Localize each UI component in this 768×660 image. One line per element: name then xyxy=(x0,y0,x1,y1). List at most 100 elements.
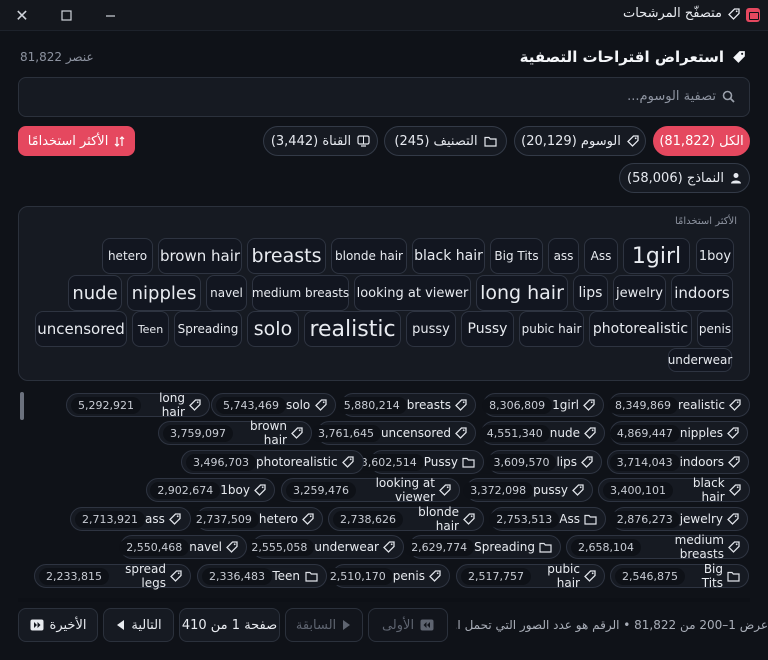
tag-list-item[interactable]: breasts 5,880,214 xyxy=(336,393,476,417)
cloud-tag[interactable]: photorealistic xyxy=(589,311,692,347)
horizontal-scrollbar[interactable] xyxy=(18,598,750,602)
tag-list-item[interactable]: lips 3,609,570 xyxy=(486,450,602,474)
tag-name: medium breasts xyxy=(674,533,724,561)
cloud-tag[interactable]: nude xyxy=(68,275,122,311)
tag-list-item[interactable]: Teen 2,336,483 xyxy=(197,564,327,588)
tag-list-item[interactable]: solo 5,743,469 xyxy=(211,393,336,417)
tag-list-item[interactable]: looking at viewer 3,259,476 xyxy=(281,476,460,504)
last-page-button[interactable]: الأخيرة xyxy=(18,608,98,642)
filter-tags-button[interactable]: الوسوم (20,129) xyxy=(514,126,646,156)
cloud-tag[interactable]: Teen xyxy=(132,311,169,347)
tag-count: 2,336,483 xyxy=(202,567,272,585)
tag-name: hetero xyxy=(258,512,298,526)
tag-list-item[interactable]: pubic hair 2,517,757 xyxy=(456,562,605,590)
cloud-tag[interactable]: 1boy xyxy=(696,238,734,274)
tag-icon xyxy=(170,570,182,582)
next-page-button[interactable]: التالية xyxy=(103,608,174,642)
cloud-tag[interactable]: pussy xyxy=(406,311,456,347)
vertical-scrollbar[interactable] xyxy=(20,392,24,420)
cloud-tag[interactable]: 1girl xyxy=(623,238,690,274)
tag-count: 2,658,104 xyxy=(571,538,641,556)
tag-list-item[interactable]: penis 2,510,170 xyxy=(322,564,450,588)
tag-count: 3,496,703 xyxy=(186,453,256,471)
cloud-tag[interactable]: black hair xyxy=(412,238,485,274)
skip-end-icon xyxy=(30,619,44,631)
cloud-tag[interactable]: solo xyxy=(247,311,299,347)
sort-icon xyxy=(114,135,125,147)
tag-icon xyxy=(732,50,746,64)
tag-list-item[interactable]: 1girl 8,306,809 xyxy=(482,393,604,417)
previous-page-button[interactable]: السابقة xyxy=(285,608,363,642)
cloud-tag[interactable]: ass xyxy=(548,238,579,274)
cloud-tag[interactable]: brown hair xyxy=(158,238,242,274)
cloud-tag[interactable]: lips xyxy=(573,275,608,311)
tag-list-item[interactable]: Pussy 3,602,514 xyxy=(353,450,484,474)
cloud-tag[interactable]: long hair xyxy=(476,275,568,311)
tag-list-item[interactable]: nipples 4,869,447 xyxy=(609,421,748,445)
tag-list-item[interactable]: photorealistic 3,496,703 xyxy=(181,450,364,474)
tag-name: ass xyxy=(144,512,165,526)
tag-list-item[interactable]: 1boy 2,902,674 xyxy=(146,478,275,502)
first-page-button[interactable]: الأولى xyxy=(368,608,448,642)
cloud-tag[interactable]: realistic xyxy=(304,311,401,347)
tag-list-item[interactable]: Big Tits 2,546,875 xyxy=(610,562,749,590)
tag-name: realistic xyxy=(678,398,725,412)
tag-list-item[interactable]: nude 4,551,340 xyxy=(479,421,605,445)
tag-list-item[interactable]: uncensored 3,761,645 xyxy=(310,421,476,445)
filter-category-button[interactable]: التصنيف (245) xyxy=(384,126,507,156)
filter-all-button[interactable]: الكل (81,822) xyxy=(653,126,750,156)
cloud-tag[interactable]: looking at viewer xyxy=(354,275,471,311)
cloud-tag[interactable]: Ass xyxy=(584,238,618,274)
maximize-button[interactable] xyxy=(54,3,78,27)
tag-name: long hair xyxy=(159,391,185,419)
tag-count: 3,400,101 xyxy=(603,481,673,499)
tag-list-item[interactable]: navel 2,550,468 xyxy=(119,535,247,559)
cloud-tag[interactable]: Spreading xyxy=(174,311,242,347)
tag-count: 2,546,875 xyxy=(615,567,685,585)
tag-list-item[interactable]: Spreading 2,629,774 xyxy=(404,535,561,559)
filter-models-button[interactable]: النماذج (58,006) xyxy=(619,163,750,193)
cloud-tag[interactable]: uncensored xyxy=(35,311,127,347)
cloud-tag[interactable]: underwear xyxy=(668,348,732,372)
tag-list-item[interactable]: medium breasts 2,658,104 xyxy=(566,533,749,561)
tag-icon xyxy=(169,513,182,525)
tag-list-item[interactable]: jewelry 2,876,273 xyxy=(609,507,748,531)
cloud-tag[interactable]: Pussy xyxy=(461,311,514,347)
tag-list-item[interactable]: Ass 2,753,513 xyxy=(489,507,606,531)
tag-list-item[interactable]: spread legs 2,233,815 xyxy=(34,562,191,590)
tag-list-item[interactable]: long hair 5,292,921 xyxy=(66,391,210,419)
person-icon xyxy=(730,172,742,184)
tag-icon xyxy=(727,427,739,439)
tag-list-item[interactable]: realistic 8,349,869 xyxy=(608,393,750,417)
tag-list-item[interactable]: hetero 2,737,509 xyxy=(188,507,323,531)
minimize-button[interactable] xyxy=(98,3,122,27)
tag-list-item[interactable]: underwear 2,555,058 xyxy=(244,535,404,559)
cloud-tag[interactable]: Big Tits xyxy=(490,238,543,274)
tag-list-item[interactable]: ass 2,713,921 xyxy=(70,507,191,531)
cloud-tag[interactable]: hetero xyxy=(102,238,153,274)
tag-name: Teen xyxy=(272,569,300,583)
cloud-tag[interactable]: indoors xyxy=(671,275,733,311)
cloud-tag[interactable]: pubic hair xyxy=(519,311,584,347)
tag-icon xyxy=(728,484,741,496)
tag-list-item[interactable]: indoors 3,714,043 xyxy=(607,450,749,474)
tag-list-item[interactable]: black hair 3,400,101 xyxy=(598,476,750,504)
tag-name: pubic hair xyxy=(547,562,580,590)
tag-list-item[interactable]: blonde hair 2,738,626 xyxy=(328,505,484,533)
filter-channel-button[interactable]: القناة (3,442) xyxy=(263,126,378,156)
cloud-tag[interactable]: medium breasts xyxy=(252,275,349,311)
cloud-tag[interactable]: blonde hair xyxy=(331,238,407,274)
cloud-tag[interactable]: breasts xyxy=(247,238,326,274)
search-input[interactable]: تصفية الوسوم... xyxy=(18,77,750,117)
cloud-tag[interactable]: navel xyxy=(206,275,247,311)
tag-name: solo xyxy=(285,398,311,412)
sort-most-used-button[interactable]: الأكثر استخدامًا xyxy=(18,126,135,156)
tag-list-item[interactable]: brown hair 3,759,097 xyxy=(158,419,312,447)
tag-count: 3,761,645 xyxy=(310,424,381,442)
cloud-tag[interactable]: jewelry xyxy=(613,275,666,311)
cloud-tag[interactable]: penis xyxy=(697,311,733,347)
cloud-tag[interactable]: nipples xyxy=(127,275,201,311)
close-icon[interactable]: ✕ xyxy=(10,3,34,27)
tag-count: 2,550,468 xyxy=(119,538,190,556)
tag-list-item[interactable]: pussy 3,372,098 xyxy=(463,478,593,502)
